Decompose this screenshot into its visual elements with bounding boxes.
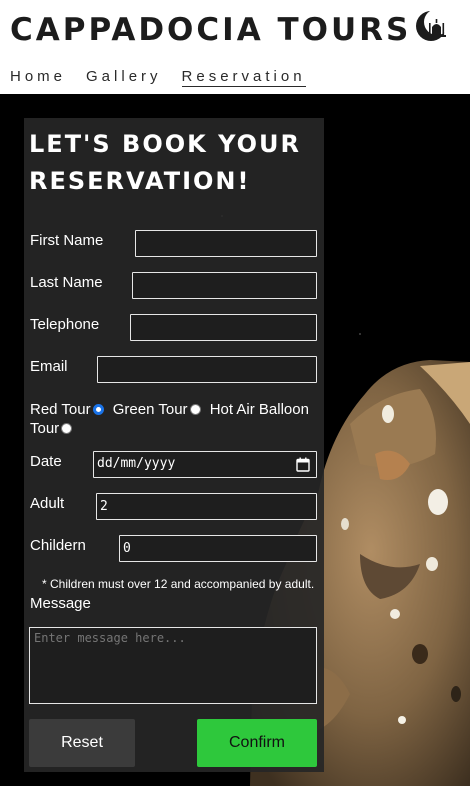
- last-name-input[interactable]: [132, 272, 317, 299]
- date-input[interactable]: dd/mm/yyyy: [93, 451, 317, 478]
- adult-label: Adult: [30, 495, 65, 512]
- confirm-button[interactable]: Confirm: [197, 719, 317, 767]
- site-header: CAPPADOCIA TOURS Home Gallery Reservatio…: [0, 0, 470, 94]
- green-tour-label: Green Tour: [112, 401, 188, 418]
- telephone-input[interactable]: [130, 314, 317, 341]
- email-input[interactable]: [97, 356, 317, 383]
- nav-gallery[interactable]: Gallery: [86, 68, 162, 87]
- telephone-label: Telephone: [30, 316, 100, 333]
- site-title: CAPPADOCIA TOURS: [10, 12, 412, 48]
- main-nav: Home Gallery Reservation: [10, 68, 326, 87]
- balloon-tour-radio[interactable]: [61, 423, 73, 434]
- message-label: Message: [30, 595, 91, 612]
- children-note: * Children must over 12 and accompanied …: [42, 577, 315, 591]
- tour-option-red[interactable]: Red Tour: [30, 401, 109, 418]
- nav-home[interactable]: Home: [10, 68, 66, 87]
- green-tour-radio[interactable]: [189, 404, 201, 415]
- nav-reservation[interactable]: Reservation: [181, 68, 306, 87]
- tour-option-green[interactable]: Green Tour: [113, 401, 206, 418]
- brand[interactable]: CAPPADOCIA TOURS: [10, 8, 451, 52]
- crescent-mosque-icon: [416, 9, 451, 41]
- adult-input[interactable]: [96, 493, 317, 520]
- reset-button[interactable]: Reset: [29, 719, 135, 767]
- red-tour-label: Red Tour: [30, 401, 91, 418]
- message-textarea[interactable]: [29, 627, 317, 704]
- red-tour-radio[interactable]: [92, 404, 104, 415]
- last-name-label: Last Name: [30, 274, 103, 291]
- children-input[interactable]: [119, 535, 317, 562]
- date-placeholder: dd/mm/yyyy: [97, 456, 176, 471]
- first-name-label: First Name: [30, 232, 104, 249]
- calendar-icon[interactable]: [296, 457, 310, 472]
- reservation-form: LET'S BOOK YOUR RESERVATION! First Name …: [24, 118, 324, 772]
- form-title: LET'S BOOK YOUR RESERVATION!: [29, 130, 301, 195]
- date-label: Date: [30, 453, 62, 470]
- first-name-input[interactable]: [135, 230, 317, 257]
- tour-radio-group: Red Tour Green Tour Hot Air Balloon Tour: [30, 400, 322, 438]
- email-label: Email: [30, 358, 68, 375]
- children-label: Childern: [30, 537, 86, 554]
